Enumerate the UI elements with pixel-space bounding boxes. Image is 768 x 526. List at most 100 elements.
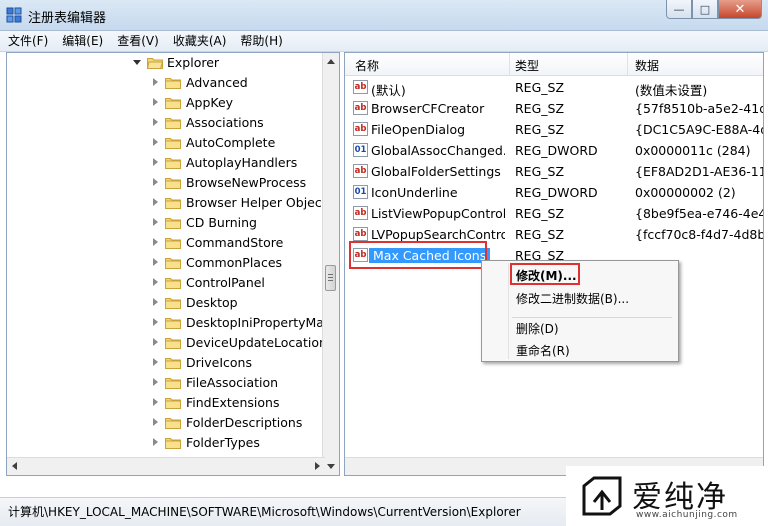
expand-arrow-icon[interactable] — [153, 78, 158, 86]
string-value-icon: ab — [353, 164, 368, 178]
title-bar[interactable]: 注册表编辑器 — □ ✕ — [0, 0, 768, 31]
key-tree-pane[interactable]: Explorer Advanced AppKey Associations AutoC… — [6, 52, 340, 476]
string-value-icon: ab — [353, 122, 368, 136]
folder-icon — [165, 398, 181, 409]
column-type[interactable]: 类型 — [515, 57, 539, 74]
menu-modify-binary[interactable]: 修改二进制数据(B)... — [516, 290, 629, 307]
tree-item-label: Associations — [186, 115, 264, 130]
tree-vertical-scrollbar[interactable] — [322, 53, 339, 475]
folder-icon — [165, 178, 181, 189]
expand-arrow-icon[interactable] — [153, 338, 158, 346]
tree-item-label: Desktop — [186, 295, 238, 310]
tree-item[interactable]: DeviceUpdateLocations — [7, 333, 333, 353]
value-row[interactable]: 01 IconUnderline REG_DWORD 0x00000002 (2) — [345, 182, 763, 203]
collapse-arrow-icon[interactable] — [133, 60, 141, 65]
tree-item-label: AutoplayHandlers — [186, 155, 298, 170]
folder-icon — [165, 218, 181, 229]
expand-arrow-icon[interactable] — [153, 358, 158, 366]
tree-item[interactable]: CommandStore — [7, 233, 327, 253]
expand-arrow-icon[interactable] — [153, 178, 158, 186]
tree-item[interactable]: Desktop — [7, 293, 327, 313]
tree-item[interactable]: FindExtensions — [7, 393, 327, 413]
tree-item-label: Advanced — [186, 75, 248, 90]
tree-item[interactable]: DriveIcons — [7, 353, 327, 373]
tree-item[interactable]: AppKey — [7, 93, 327, 113]
tree-item[interactable]: FileAssociation — [7, 373, 327, 393]
registry-editor-icon — [6, 7, 22, 23]
expand-arrow-icon[interactable] — [153, 198, 158, 206]
expand-arrow-icon[interactable] — [153, 218, 158, 226]
expand-arrow-icon[interactable] — [153, 98, 158, 106]
value-row[interactable]: ab ListViewPopupControl REG_SZ {8be9f5ea-e7… — [345, 203, 763, 224]
string-value-icon: ab — [353, 101, 368, 115]
close-button[interactable]: ✕ — [718, 0, 762, 19]
value-row[interactable]: ab BrowserCFCreator REG_SZ {57f8510b-a5e2-4… — [345, 98, 763, 119]
tree-item[interactable]: BrowseNewProcess — [7, 173, 327, 193]
value-type: REG_SZ — [515, 227, 565, 242]
tree-item[interactable]: FolderTypes — [7, 433, 327, 453]
menu-help[interactable]: 帮助(H) — [232, 31, 288, 51]
value-row[interactable]: ab (默认) REG_SZ (数值未设置) — [345, 77, 763, 98]
menu-highlight-box — [510, 263, 580, 285]
folder-icon — [165, 258, 181, 269]
menu-favorites[interactable]: 收藏夹(A) — [165, 31, 233, 51]
expand-arrow-icon[interactable] — [153, 378, 158, 386]
value-row[interactable]: ab FileOpenDialog REG_SZ {DC1C5A9C-E88A-4dd — [345, 119, 763, 140]
maximize-button[interactable]: □ — [692, 0, 718, 19]
scroll-up-arrow-icon[interactable] — [327, 59, 335, 64]
value-data: {fccf70c8-f4d7-4d8b-8 — [635, 227, 764, 242]
value-type: REG_DWORD — [515, 185, 598, 200]
tree-item-label: DeviceUpdateLocations — [186, 335, 334, 350]
menu-delete[interactable]: 删除(D) — [516, 320, 559, 337]
expand-arrow-icon[interactable] — [153, 438, 158, 446]
expand-arrow-icon[interactable] — [153, 278, 158, 286]
folder-icon — [165, 378, 181, 389]
expand-arrow-icon[interactable] — [153, 418, 158, 426]
scroll-right-arrow-icon[interactable] — [315, 462, 320, 470]
value-type: REG_DWORD — [515, 143, 598, 158]
expand-arrow-icon[interactable] — [153, 238, 158, 246]
tree-item[interactable]: Associations — [7, 113, 327, 133]
folder-icon — [165, 338, 181, 349]
folder-icon — [165, 278, 181, 289]
tree-item-explorer[interactable]: Explorer — [7, 53, 327, 73]
expand-arrow-icon[interactable] — [153, 398, 158, 406]
value-row[interactable]: ab GlobalFolderSettings REG_SZ {EF8AD2D1-AE… — [345, 161, 763, 182]
menu-rename[interactable]: 重命名(R) — [516, 342, 570, 359]
column-name[interactable]: 名称 — [355, 57, 379, 74]
brand-logo-icon — [582, 476, 622, 516]
tree-item-label: CD Burning — [186, 215, 257, 230]
tree-item[interactable]: AutoComplete — [7, 133, 327, 153]
value-data: {57f8510b-a5e2-41da — [635, 101, 764, 116]
tree-item[interactable]: Browser Helper Objects — [7, 193, 333, 213]
tree-item[interactable]: CD Burning — [7, 213, 327, 233]
expand-arrow-icon[interactable] — [153, 258, 158, 266]
tree-item[interactable]: AutoplayHandlers — [7, 153, 327, 173]
folder-icon — [165, 158, 181, 169]
scroll-left-arrow-icon[interactable] — [12, 462, 17, 470]
tree-item[interactable]: FolderDescriptions — [7, 413, 327, 433]
menu-view[interactable]: 查看(V) — [109, 31, 165, 51]
expand-arrow-icon[interactable] — [153, 158, 158, 166]
column-header: 名称 类型 数据 — [345, 53, 763, 76]
tree-item[interactable]: Advanced — [7, 73, 327, 93]
window-title: 注册表编辑器 — [28, 11, 107, 26]
minimize-button[interactable]: — — [666, 0, 692, 19]
scrollbar-thumb[interactable] — [325, 265, 336, 291]
menu-edit[interactable]: 编辑(E) — [54, 31, 109, 51]
column-data[interactable]: 数据 — [635, 57, 659, 74]
expand-arrow-icon[interactable] — [153, 298, 158, 306]
value-data: (数值未设置) — [635, 83, 708, 98]
tree-horizontal-scrollbar[interactable] — [7, 457, 325, 475]
expand-arrow-icon[interactable] — [153, 138, 158, 146]
expand-arrow-icon[interactable] — [153, 118, 158, 126]
value-name: IconUnderline — [371, 185, 458, 200]
value-row[interactable]: 01 GlobalAssocChanged... REG_DWORD 0x000001… — [345, 140, 763, 161]
tree-item[interactable]: DesktopIniPropertyMap — [7, 313, 332, 333]
menu-file[interactable]: 文件(F) — [0, 31, 54, 51]
tree-item[interactable]: ControlPanel — [7, 273, 327, 293]
scroll-down-arrow-icon[interactable] — [327, 464, 335, 469]
tree-item[interactable]: CommonPlaces — [7, 253, 327, 273]
tree-item-label: FileAssociation — [186, 375, 279, 390]
expand-arrow-icon[interactable] — [153, 318, 158, 326]
